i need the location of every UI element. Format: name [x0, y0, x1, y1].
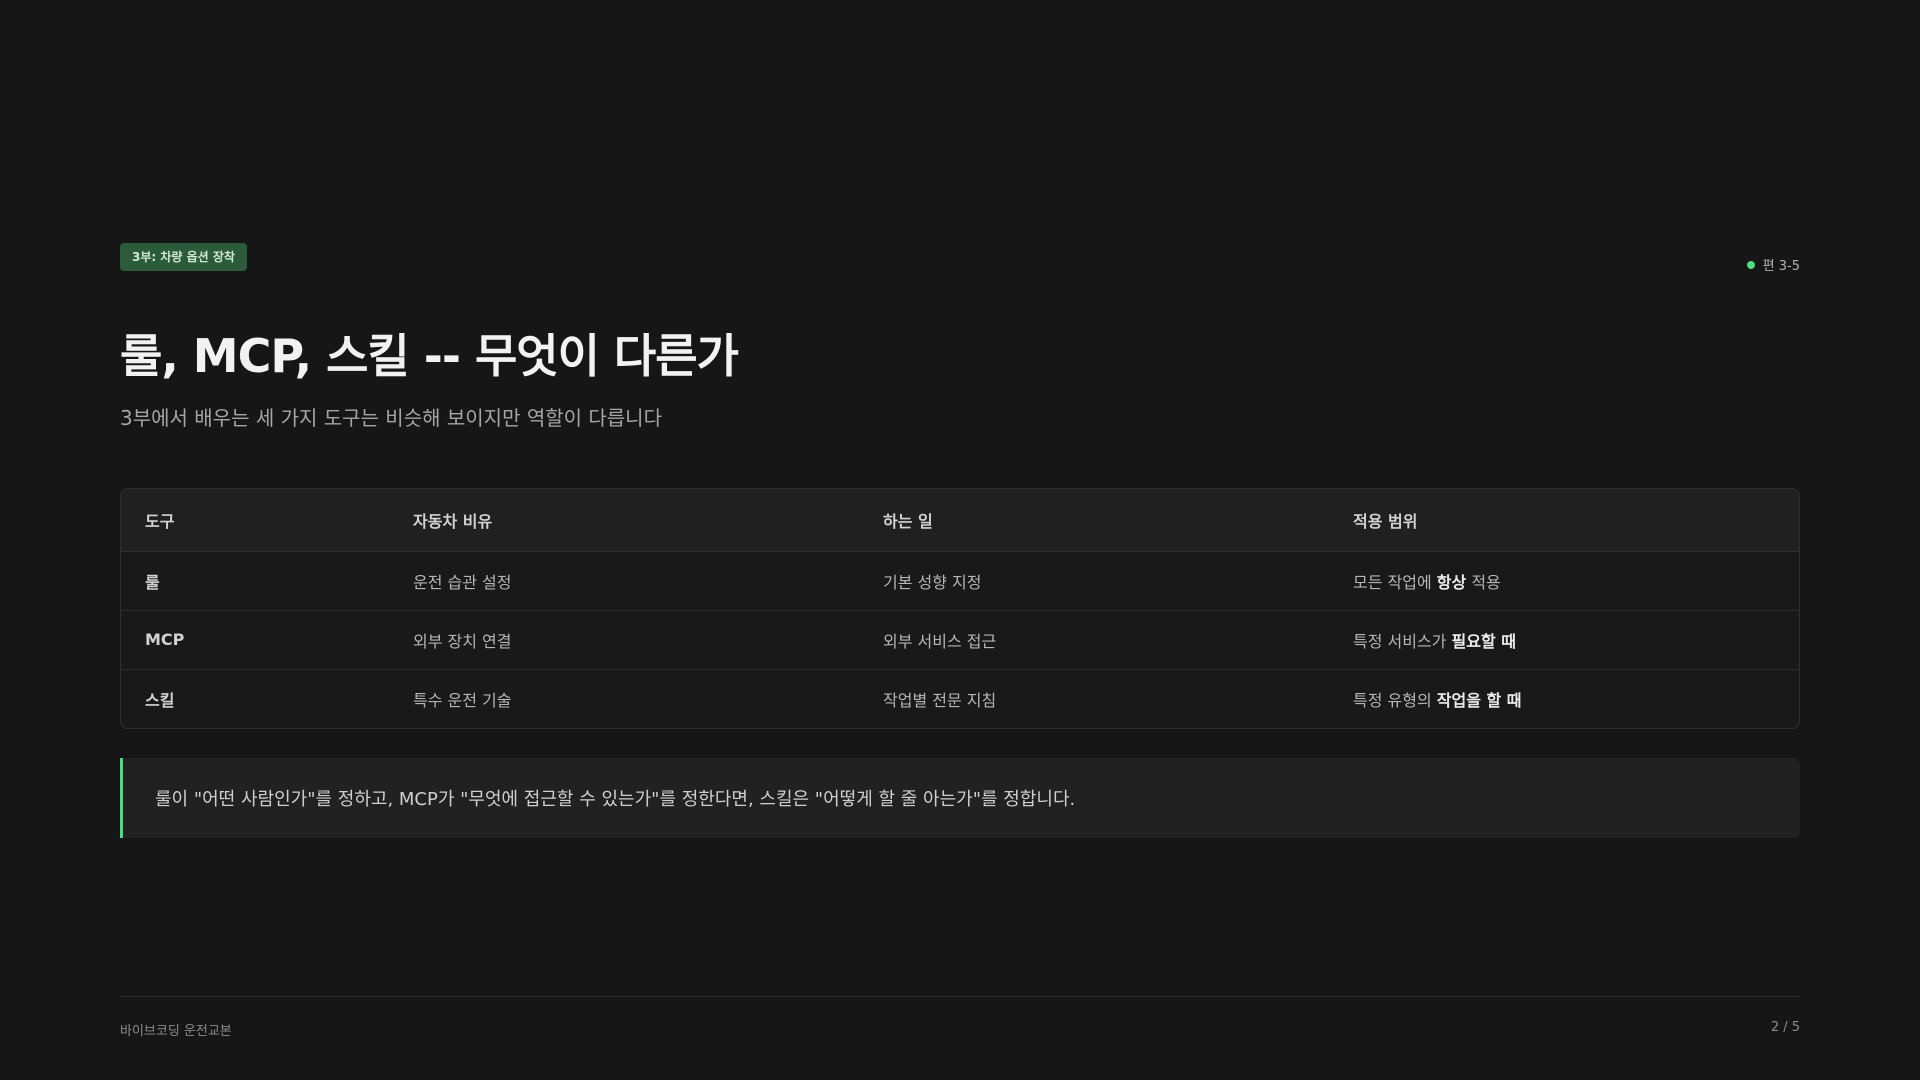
cell-tool: MCP: [121, 609, 389, 669]
scope-emphasis: 작업을 할 때: [1436, 690, 1522, 710]
cell-scope: 특정 유형의 작업을 할 때: [1329, 668, 1799, 728]
scope-emphasis: 필요할 때: [1451, 631, 1516, 651]
cell-scope: 특정 서비스가 필요할 때: [1329, 609, 1799, 669]
column-header-scope: 적용 범위: [1329, 489, 1799, 552]
cell-tool: 스킬: [121, 668, 389, 728]
footer-book-title: 바이브코딩 운전교본: [120, 1024, 232, 1039]
cell-role: 기본 성향 지정: [883, 572, 982, 592]
table-row: 룰 운전 습관 설정 기본 성향 지정 모든 작업에 항상 적용: [121, 551, 1799, 610]
cell-analogy: 운전 습관 설정: [413, 572, 512, 592]
page-subtitle: 3부에서 배우는 세 가지 도구는 비슷해 보이지만 역할이 다릅니다: [120, 406, 662, 430]
scope-prefix: 특정 유형의: [1353, 690, 1437, 710]
cell-scope: 모든 작업에 항상 적용: [1329, 551, 1799, 610]
footer-divider: [120, 996, 1800, 997]
section-indicator: 편 3-5: [1746, 255, 1800, 274]
scope-prefix: 모든 작업에: [1353, 572, 1437, 592]
cell-role: 외부 서비스 접근: [859, 609, 1329, 669]
page-counter: 2 / 5: [1770, 1020, 1800, 1035]
summary-callout: 룰이 "어떤 사람인가"를 정하고, MCP가 "무엇에 접근할 수 있는가"를…: [120, 758, 1800, 838]
cell-analogy: 특수 운전 기술: [389, 668, 859, 728]
status-dot-icon: [1746, 260, 1755, 269]
cell-tool: 룰: [145, 572, 160, 592]
scope-prefix: 특정 서비스가: [1353, 631, 1452, 651]
scope-emphasis: 항상: [1436, 572, 1467, 592]
table-row: MCP 외부 장치 연결 외부 서비스 접근 특정 서비스가 필요할 때: [121, 609, 1799, 669]
table-header-row: 도구 자동차 비유 하는 일 적용 범위: [121, 489, 1799, 552]
column-header-role: 하는 일: [859, 489, 1329, 552]
slide: 3부: 차량 옵션 장착 편 3-5 룰, MCP, 스킬 -- 무엇이 다른가…: [0, 0, 1920, 1080]
table-row: 스킬 특수 운전 기술 작업별 전문 지침 특정 유형의 작업을 할 때: [121, 668, 1799, 728]
cell-analogy: 외부 장치 연결: [389, 609, 859, 669]
cell-role: 작업별 전문 지침: [859, 668, 1329, 728]
page-title: 룰, MCP, 스킬 -- 무엇이 다른가: [120, 329, 739, 383]
comparison-table: 도구 자동차 비유 하는 일 적용 범위 룰 운전 습관 설정 기본 성향 지정…: [120, 488, 1800, 729]
section-label: 편 3-5: [1762, 259, 1800, 274]
scope-suffix: 적용: [1466, 572, 1501, 592]
part-badge: 3부: 차량 옵션 장착: [120, 243, 247, 271]
callout-text: 룰이 "어떤 사람인가"를 정하고, MCP가 "무엇에 접근할 수 있는가"를…: [155, 789, 1076, 810]
column-header-tool: 도구: [121, 489, 389, 552]
column-header-analogy: 자동차 비유: [389, 489, 859, 552]
